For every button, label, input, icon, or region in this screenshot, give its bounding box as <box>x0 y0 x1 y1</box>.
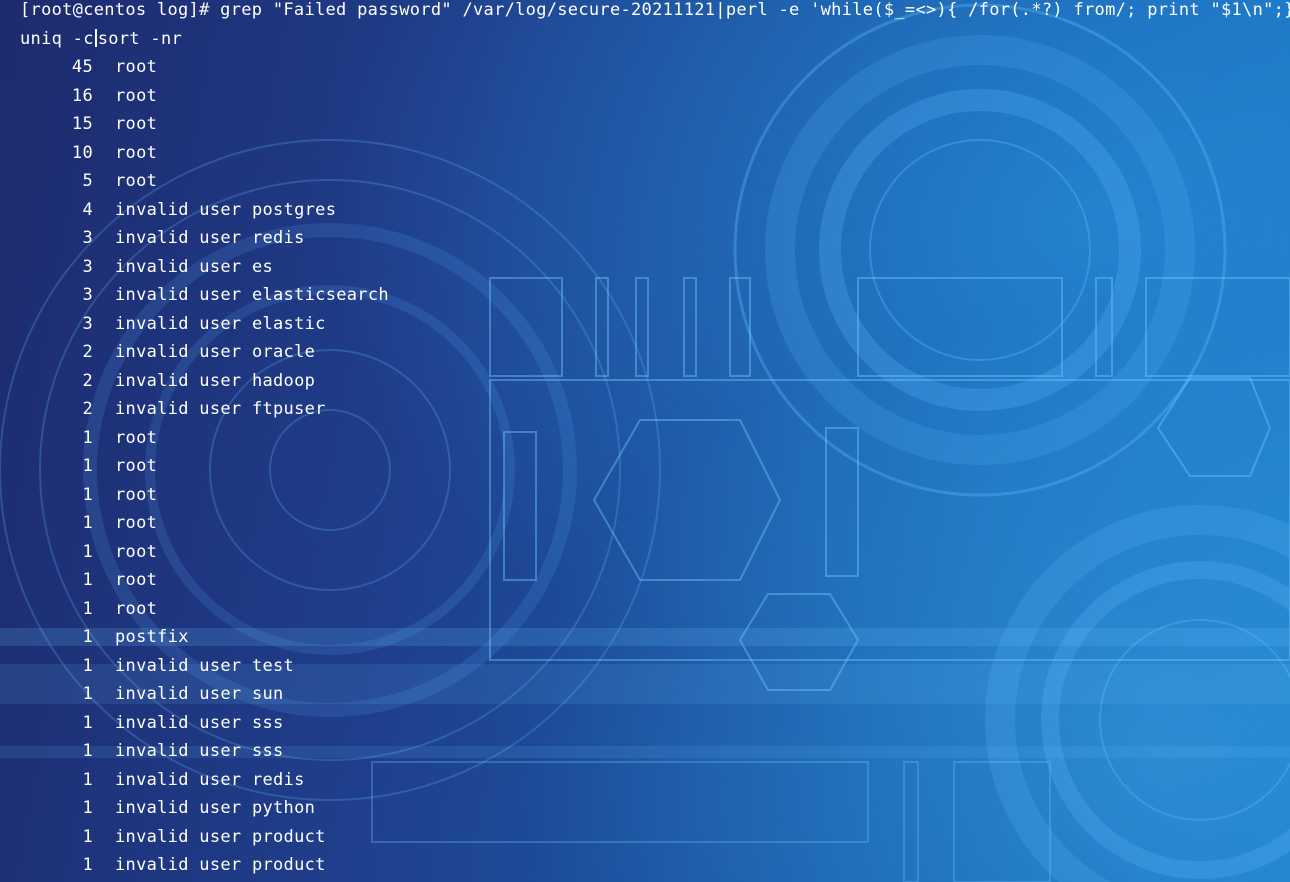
text-cursor <box>94 28 97 47</box>
attempt-count: 1 <box>82 684 93 704</box>
attempt-count: 1 <box>82 627 93 647</box>
username: invalid user sss <box>115 741 284 761</box>
output-row: 2 invalid user hadoop <box>0 367 700 396</box>
output-row: 1 root <box>0 452 700 481</box>
output-row: 1 invalid user product <box>0 823 700 852</box>
attempt-count: 16 <box>71 85 93 106</box>
terminal-window[interactable]: [root@centos log]# grep "Failed password… <box>0 0 1290 882</box>
username: invalid user es <box>115 256 274 277</box>
output-row: 3 invalid user elasticsearch <box>0 281 700 310</box>
attempt-count: 1 <box>82 855 93 875</box>
attempt-count: 5 <box>82 171 93 191</box>
attempt-count: 3 <box>82 256 93 277</box>
output-row: 1 invalid user sun <box>0 680 700 709</box>
output-row: 4 invalid user postgres <box>0 196 700 225</box>
username: invalid user test <box>115 655 295 676</box>
command-segment-uniq: uniq -c <box>20 28 94 49</box>
username: invalid user oracle <box>115 342 316 362</box>
username: root <box>115 114 158 134</box>
username: invalid user redis <box>115 228 305 248</box>
attempt-count: 1 <box>82 598 93 619</box>
command-line-1: [root@centos log]# grep "Failed password… <box>20 0 1290 20</box>
output-row: 1 root <box>0 595 700 624</box>
output-row: 10 root <box>0 139 700 168</box>
username: root <box>115 171 158 191</box>
username: root <box>115 570 158 590</box>
output-row: 1 invalid user python <box>0 794 700 823</box>
username: invalid user sss <box>115 712 284 733</box>
output-row: 45 root <box>0 53 700 82</box>
username: root <box>115 427 158 448</box>
username: invalid user hadoop <box>115 370 316 391</box>
username: invalid user python <box>115 798 316 818</box>
output-row: 1 postfix <box>0 623 700 652</box>
output-row: 5 root <box>0 167 700 196</box>
username: invalid user redis <box>115 769 305 790</box>
username: root <box>115 142 158 163</box>
output-row: 1 invalid user test <box>0 652 700 681</box>
attempt-count: 1 <box>82 712 93 733</box>
attempt-count: 1 <box>82 769 93 790</box>
attempt-count: 1 <box>82 427 93 448</box>
attempt-count: 1 <box>82 741 93 761</box>
attempt-count: 1 <box>82 484 93 505</box>
attempt-count: 1 <box>82 541 93 562</box>
output-row: 1 invalid user redis <box>0 766 700 795</box>
attempt-count: 2 <box>82 370 93 391</box>
output-row: 1 root <box>0 509 700 538</box>
attempt-count: 15 <box>71 114 93 134</box>
attempt-count: 4 <box>82 199 93 220</box>
attempt-count: 1 <box>82 570 93 590</box>
attempt-count: 1 <box>82 826 93 847</box>
output-row: 3 invalid user es <box>0 253 700 282</box>
output-row: 3 invalid user elastic <box>0 310 700 339</box>
attempt-count: 1 <box>82 513 93 533</box>
attempt-count: 1 <box>82 655 93 676</box>
username: root <box>115 57 158 77</box>
attempt-count: 3 <box>82 313 93 334</box>
username: invalid user ftpuser <box>115 399 326 419</box>
attempt-count: 1 <box>82 798 93 818</box>
username: root <box>115 456 158 476</box>
username: root <box>115 513 158 533</box>
username: root <box>115 541 158 562</box>
output-row: 1 root <box>0 538 700 567</box>
username: invalid user product <box>115 855 326 875</box>
username: invalid user sun <box>115 684 284 704</box>
attempt-count: 1 <box>82 456 93 476</box>
username: invalid user postgres <box>115 199 337 220</box>
attempt-count: 45 <box>71 57 93 77</box>
command-line-2: uniq -c sort -nr <box>20 25 182 54</box>
attempt-count: 3 <box>82 228 93 248</box>
username: invalid user product <box>115 826 326 847</box>
output-row: 3 invalid user redis <box>0 224 700 253</box>
output-row: 1 invalid user sss <box>0 737 700 766</box>
output-row: 1 root <box>0 424 700 453</box>
output-row: 2 invalid user oracle <box>0 338 700 367</box>
username: invalid user elastic <box>115 313 326 334</box>
output-row: 1 invalid user product <box>0 851 700 880</box>
username: root <box>115 598 158 619</box>
username: invalid user elasticsearch <box>115 285 389 305</box>
output-row: 1 root <box>0 566 700 595</box>
attempt-count: 10 <box>71 142 93 163</box>
attempt-count: 2 <box>82 399 93 419</box>
username: root <box>115 85 158 106</box>
output-row: 15 root <box>0 110 700 139</box>
command-segment-sort: sort -nr <box>97 28 183 49</box>
output-row: 16 root <box>0 82 700 111</box>
attempt-count: 2 <box>82 342 93 362</box>
username: root <box>115 484 158 505</box>
output-row: 1 root <box>0 481 700 510</box>
attempt-count: 3 <box>82 285 93 305</box>
username: postfix <box>115 627 189 647</box>
output-row: 1 invalid user sss <box>0 709 700 738</box>
output-row: 2 invalid user ftpuser <box>0 395 700 424</box>
